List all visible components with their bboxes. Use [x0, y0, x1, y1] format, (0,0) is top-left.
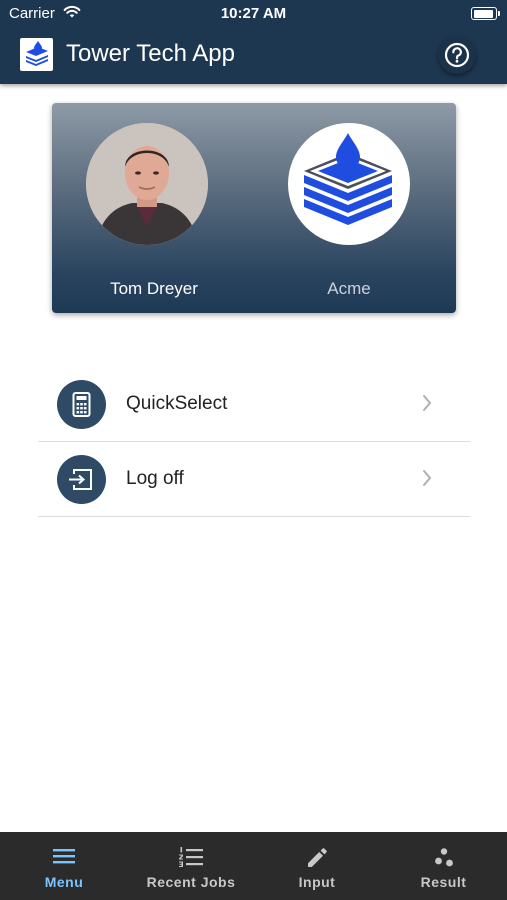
tower-tech-logo-icon — [20, 38, 53, 71]
user-name: Tom Dreyer — [110, 279, 198, 298]
tower-tech-logo-icon — [304, 133, 392, 225]
profile-card: Tom Dreyer Acme — [52, 103, 456, 313]
numbered-list-icon — [178, 846, 204, 873]
log-off-icon — [57, 455, 106, 504]
status-bar: Carrier 10:27 AM — [0, 0, 507, 28]
nav-tab-input[interactable]: Input — [254, 832, 380, 900]
menu-item-label: Log off — [126, 468, 184, 489]
bottom-nav: Menu Recent Jobs Input Result — [0, 832, 507, 900]
app-title: Tower Tech App — [66, 40, 235, 67]
clock: 10:27 AM — [220, 5, 287, 22]
menu-item-quickselect[interactable]: QuickSelect — [38, 367, 470, 442]
nav-tab-result[interactable]: Result — [380, 832, 507, 900]
company-name: Acme — [327, 279, 371, 298]
calculator-icon — [57, 380, 106, 429]
chevron-right-icon — [421, 468, 433, 493]
menu-item-log-off[interactable]: Log off — [38, 442, 470, 517]
nav-tab-recent-jobs[interactable]: Recent Jobs — [128, 832, 254, 900]
nav-label: Recent Jobs — [146, 874, 236, 890]
menu-item-label: QuickSelect — [126, 393, 228, 414]
user-avatar — [86, 123, 208, 245]
nav-label: Menu — [44, 874, 84, 890]
help-button[interactable] — [438, 36, 476, 74]
chevron-right-icon — [421, 393, 433, 418]
company-logo — [288, 123, 410, 245]
help-circle-icon — [444, 42, 470, 68]
bubbles-icon — [432, 846, 456, 875]
app-header: Carrier 10:27 AM Tower Tech App — [0, 0, 507, 84]
nav-tab-menu[interactable]: Menu — [0, 832, 128, 900]
nav-label: Result — [420, 874, 467, 890]
pencil-icon — [305, 846, 329, 875]
battery-icon — [471, 7, 500, 20]
nav-label: Input — [298, 874, 336, 890]
menu-icon — [52, 846, 76, 871]
